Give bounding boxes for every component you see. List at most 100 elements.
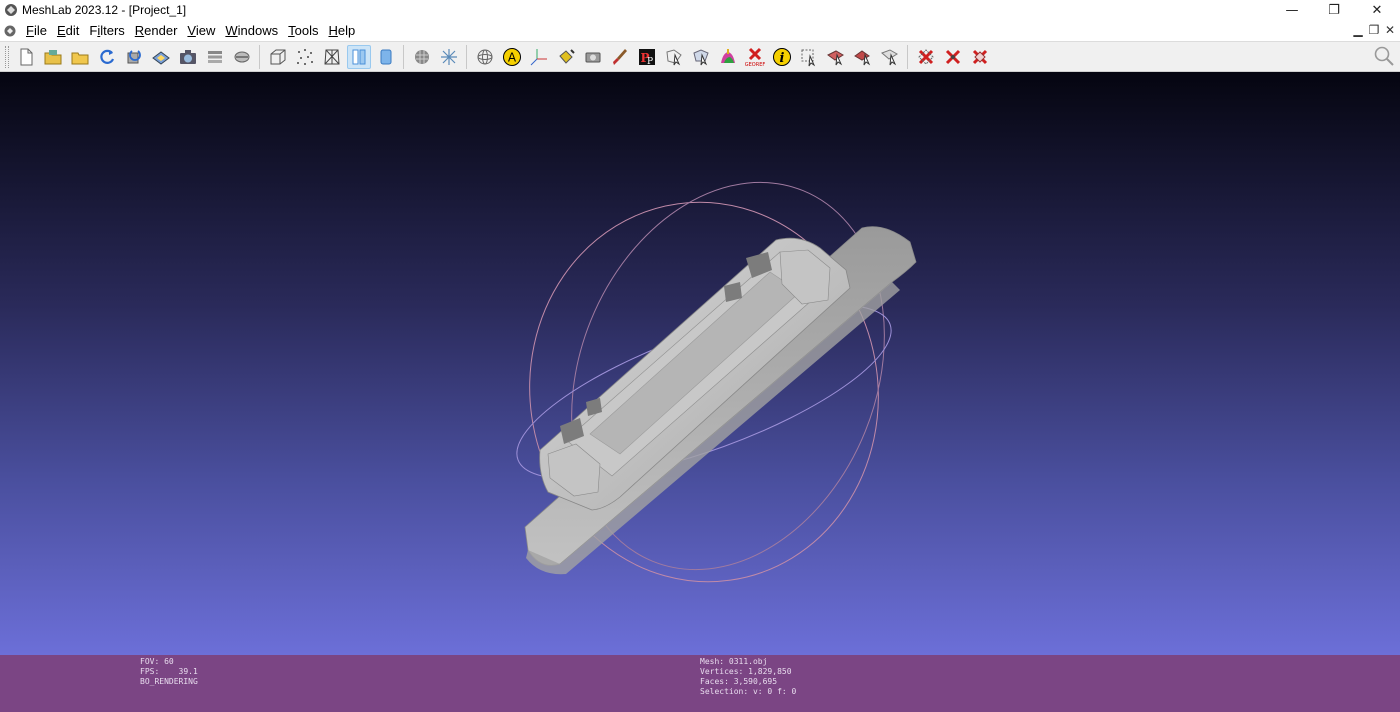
menu-view[interactable]: View [182, 23, 220, 38]
toolbar-separator [466, 44, 467, 69]
delete-vertices-button[interactable] [941, 45, 965, 69]
flat-lines-icon [352, 49, 365, 64]
manipulator-icon [826, 49, 844, 65]
save-mesh-icon [151, 50, 170, 65]
paint-brush-button[interactable] [608, 45, 632, 69]
new-project-button[interactable] [14, 45, 38, 69]
search-icon[interactable] [1372, 44, 1396, 68]
delete-faces-icon [917, 48, 934, 65]
pick-points-button[interactable]: PP [635, 45, 659, 69]
mdi-close-button[interactable]: ✕ [1382, 22, 1398, 38]
reload-all-button[interactable] [122, 45, 146, 69]
open-project-button[interactable] [41, 45, 65, 69]
manipulator-button[interactable] [824, 45, 848, 69]
select-connected-button[interactable] [797, 45, 821, 69]
menu-windows[interactable]: Windows [220, 23, 283, 38]
color-paint-icon [720, 48, 735, 63]
import-mesh-button[interactable] [68, 45, 92, 69]
menu-help[interactable]: Help [323, 23, 360, 38]
fps-label: FPS: 39.1 [140, 667, 198, 676]
reload-icon [99, 49, 114, 64]
selection-label: Selection: v: 0 f: 0 [700, 687, 797, 696]
meshlab-app-icon [5, 4, 17, 16]
align-icon [853, 49, 870, 65]
smooth-icon [380, 49, 391, 64]
trackball-button[interactable] [473, 45, 497, 69]
minimize-button[interactable]: — [1270, 0, 1314, 20]
delete-selected-icon [972, 49, 987, 64]
window-title: MeshLab 2023.12 - [Project_1] [22, 3, 187, 17]
export-mesh-button[interactable] [149, 45, 173, 69]
main-toolbar: A PP GEOREF i [0, 41, 1400, 72]
bounding-box-button[interactable] [266, 45, 290, 69]
wireframe-icon [323, 49, 340, 64]
select-vertices-button[interactable] [689, 45, 713, 69]
open-folder-icon [44, 49, 61, 64]
decorate-axes-button[interactable] [437, 45, 461, 69]
points-button[interactable] [293, 45, 317, 69]
menu-tools[interactable]: Tools [283, 23, 323, 38]
raster-layers-button[interactable] [230, 45, 254, 69]
3d-viewport[interactable] [0, 72, 1400, 655]
reload-button[interactable] [95, 45, 119, 69]
layers-button[interactable] [203, 45, 227, 69]
georef-button[interactable]: GEOREF [743, 45, 767, 69]
menu-edit[interactable]: Edit [52, 23, 84, 38]
camera-button[interactable] [581, 45, 605, 69]
snapshot-button[interactable] [176, 45, 200, 69]
flat-lines-button[interactable] [346, 44, 371, 69]
layer-dialog-button[interactable] [410, 45, 434, 69]
svg-text:A: A [507, 50, 516, 64]
mesh-info: Mesh: 0311.obj Vertices: 1,829,850 Faces… [700, 657, 796, 697]
mdi-minimize-button[interactable]: ▁ [1350, 22, 1366, 38]
align-button[interactable] [851, 45, 875, 69]
smooth-button[interactable] [374, 45, 398, 69]
new-document-icon [20, 48, 32, 65]
georef-icon: GEOREF [745, 47, 765, 67]
toolbar-separator [907, 44, 908, 69]
measure-icon [880, 48, 898, 65]
menu-render[interactable]: Render [130, 23, 183, 38]
restore-button[interactable]: ❐ [1312, 0, 1356, 20]
toolbar-separator [403, 44, 404, 69]
mesh-layer-icon [414, 49, 429, 64]
folder-icon [71, 52, 88, 64]
document-icon[interactable] [3, 24, 17, 38]
info-panel: FOV: 60 FPS: 39.1 BO_RENDERING Mesh: 031… [0, 655, 1400, 712]
svg-text:i: i [779, 51, 784, 66]
delete-vertices-icon [945, 49, 960, 64]
axes-a-button[interactable]: A [500, 45, 524, 69]
menu-file[interactable]: File [21, 23, 52, 38]
circle-a-icon: A [502, 47, 521, 66]
render-info: FOV: 60 FPS: 39.1 BO_RENDERING [140, 657, 198, 687]
wireframe-button[interactable] [320, 45, 344, 69]
reload-all-icon [127, 49, 141, 63]
info-button[interactable]: i [770, 45, 794, 69]
paint-color-button[interactable] [716, 45, 740, 69]
paint-brush-icon [612, 48, 627, 65]
vertices-label: Vertices: 1,829,850 [700, 667, 792, 676]
select-faces-button[interactable] [662, 45, 686, 69]
mesh-model[interactable] [524, 226, 917, 575]
color-bucket-button[interactable] [554, 45, 578, 69]
menu-filters[interactable]: Filters [84, 23, 129, 38]
axis-arrows-icon [530, 48, 547, 65]
mesh-name-label: Mesh: 0311.obj [700, 657, 768, 666]
measure-button[interactable] [878, 45, 902, 69]
delete-faces-button[interactable] [914, 45, 938, 69]
layers-icon [207, 50, 222, 63]
scene-canvas [516, 181, 917, 583]
light-axes-button[interactable] [527, 45, 551, 69]
info-icon: i [772, 47, 791, 66]
title-bar: MeshLab 2023.12 - [Project_1] [0, 0, 1400, 20]
delete-selected-button[interactable] [968, 45, 992, 69]
select-connected-icon [801, 49, 815, 66]
faces-label: Faces: 3,590,695 [700, 677, 778, 686]
close-button[interactable]: ✕ [1355, 0, 1399, 20]
select-faces-icon [665, 48, 682, 65]
svg-text:GEOREF: GEOREF [745, 62, 765, 67]
mdi-restore-button[interactable]: ❐ [1366, 22, 1382, 38]
toolbar-grip[interactable] [5, 45, 9, 68]
axes-spark-icon [440, 48, 457, 65]
fov-label: FOV: 60 [140, 657, 174, 666]
